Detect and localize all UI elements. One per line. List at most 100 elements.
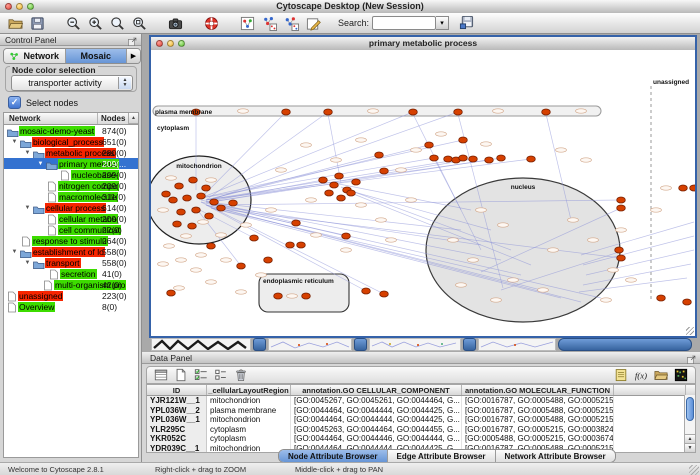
network-label-node[interactable] (331, 158, 342, 162)
float-panel-icon[interactable] (127, 35, 138, 45)
tree-row-biological-process[interactable]: ▼biological_process651(0) (4, 136, 138, 147)
network-label-node[interactable] (448, 238, 459, 242)
network-label-node[interactable] (548, 248, 559, 252)
network-label-node[interactable] (174, 286, 185, 290)
network-label-node[interactable] (236, 290, 247, 294)
scroll-up-button[interactable]: ▲ (685, 434, 695, 443)
network-node[interactable] (167, 290, 176, 296)
network-node[interactable] (409, 109, 418, 115)
network-label-node[interactable] (221, 258, 232, 262)
tab-mosaic[interactable]: Mosaic (66, 49, 128, 63)
network-node[interactable] (188, 223, 197, 229)
network-node[interactable] (362, 288, 371, 294)
network-node[interactable] (425, 142, 434, 148)
network-node[interactable] (617, 197, 626, 203)
network-label-node[interactable] (206, 280, 217, 284)
tree-scroll-up-button[interactable]: ▲ (128, 113, 138, 124)
column-header-annotation.GO CELLULAR_COMPONENT[interactable]: annotation.GO CELLULAR_COMPONENT (291, 385, 462, 395)
network-label-node[interactable] (238, 109, 249, 113)
network-node[interactable] (527, 156, 536, 162)
network-node[interactable] (690, 185, 695, 191)
frame-divider[interactable] (463, 338, 476, 351)
network-label-node[interactable] (206, 178, 217, 182)
table-row-YJR121W__1[interactable]: YJR121W__1mitochondrion[GO:0045267, GO:0… (147, 396, 695, 406)
network-node[interactable] (469, 156, 478, 162)
matrix-view-button[interactable] (672, 367, 690, 383)
background-frame-sliver[interactable] (268, 338, 352, 351)
tree-row-secretion[interactable]: secretion41(0) (4, 268, 138, 279)
zoom-out-button[interactable] (63, 14, 83, 32)
network-node[interactable] (380, 291, 389, 297)
network-label-node[interactable] (601, 298, 612, 302)
tree-row-transport[interactable]: ▼transport558(0) (4, 257, 138, 268)
network-label-node[interactable] (306, 198, 317, 202)
network-label-node[interactable] (241, 223, 252, 227)
tree-expand-icon[interactable]: ▼ (22, 205, 33, 211)
network-label-node[interactable] (164, 244, 175, 248)
tab-edge-attribute-browser[interactable]: Edge Attribute Browser (388, 450, 496, 462)
network-label-node[interactable] (456, 283, 467, 287)
network-label-node[interactable] (608, 268, 619, 272)
column-header-ID[interactable]: ID (147, 385, 207, 395)
network-label-node[interactable] (356, 203, 367, 207)
annotate-edges-button[interactable] (281, 14, 301, 32)
network-label-node[interactable] (411, 148, 422, 152)
network-node[interactable] (375, 152, 384, 158)
delete-trash-button[interactable] (232, 367, 250, 383)
background-frame-sliver[interactable] (151, 338, 251, 351)
network-label-node[interactable] (436, 132, 447, 136)
tree-row-cellular-metabo[interactable]: cellular metabo209(0) (4, 213, 138, 224)
network-node[interactable] (217, 205, 226, 211)
tree-expand-icon[interactable]: ▼ (22, 150, 33, 156)
network-label-node[interactable] (576, 109, 587, 113)
network-node[interactable] (297, 242, 306, 248)
network-node[interactable] (352, 179, 361, 185)
network-label-node[interactable] (276, 168, 287, 172)
network-label-node[interactable] (191, 268, 202, 272)
tree-row-metabolic-process[interactable]: ▼metabolic process280(0) (4, 147, 138, 158)
tree-row-primary-metabo[interactable]: ▼primary metabo209(... (4, 158, 138, 169)
network-label-node[interactable] (588, 238, 599, 242)
network-label-node[interactable] (406, 198, 417, 202)
network-label-node[interactable] (198, 220, 209, 224)
network-label-node[interactable] (386, 238, 397, 242)
attribute-table-button[interactable] (152, 367, 170, 383)
network-label-node[interactable] (581, 158, 592, 162)
tree-row-cell-communicat[interactable]: cell communicat22(0) (4, 224, 138, 235)
formula-fx-button[interactable]: f(x) (632, 367, 650, 383)
tree-expand-icon[interactable]: ▼ (9, 139, 20, 145)
frame-divider[interactable] (354, 338, 367, 351)
network-node[interactable] (485, 157, 494, 163)
network-node[interactable] (342, 233, 351, 239)
network-node[interactable] (302, 293, 311, 299)
float-panel-icon[interactable] (686, 353, 697, 363)
network-node[interactable] (205, 213, 214, 219)
table-scrollbar[interactable]: ▲ ▼ (684, 395, 695, 452)
open-folder-button[interactable] (5, 14, 25, 32)
network-label-node[interactable] (476, 208, 487, 212)
unselect-attributes-button[interactable] (212, 367, 230, 383)
scroll-down-button[interactable]: ▼ (685, 443, 695, 452)
frame-divider[interactable] (253, 338, 266, 351)
network-label-node[interactable] (651, 208, 662, 212)
column-header-empty[interactable] (614, 385, 686, 395)
network-node[interactable] (282, 109, 291, 115)
tree-row-establishment-of-lo[interactable]: ▼establishment of lo558(0) (4, 246, 138, 257)
network-node[interactable] (459, 137, 468, 143)
network-label-node[interactable] (481, 142, 492, 146)
network-node[interactable] (169, 197, 178, 203)
network-label-node[interactable] (616, 228, 627, 232)
network-label-node[interactable] (216, 233, 227, 237)
network-node[interactable] (229, 200, 238, 206)
network-node[interactable] (319, 177, 328, 183)
network-node[interactable] (207, 243, 216, 249)
network-label-node[interactable] (287, 294, 298, 298)
help-lifering-button[interactable] (201, 14, 221, 32)
network-node[interactable] (617, 205, 626, 211)
network-node[interactable] (325, 190, 334, 196)
network-label-node[interactable] (341, 248, 352, 252)
network-node[interactable] (335, 173, 344, 179)
network-label-node[interactable] (311, 233, 322, 237)
network-node[interactable] (274, 293, 283, 299)
tree-row-nitrogen-compo[interactable]: nitrogen compo209(0) (4, 180, 138, 191)
